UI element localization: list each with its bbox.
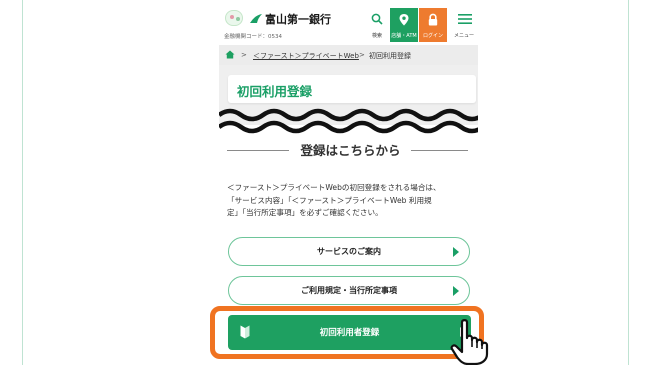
breadcrumb-current: 初回利用登録 xyxy=(369,52,411,60)
arrow-right-icon xyxy=(453,286,459,296)
lock-icon xyxy=(428,13,438,26)
pointing-hand-icon xyxy=(450,319,489,365)
section-heading: 登録はこちらから xyxy=(219,140,478,160)
terms-label: ご利用規定・当行所定事項 xyxy=(301,286,397,295)
description-line: 定」「当行所定事項」を必ずご確認ください。 xyxy=(227,208,383,217)
search-label: 検索 xyxy=(371,33,382,39)
mascot-logo-icon xyxy=(225,10,243,26)
service-guide-button[interactable]: サービスのご案内 xyxy=(228,237,470,266)
map-pin-icon xyxy=(399,14,409,26)
page-title: 初回利用登録 xyxy=(237,84,313,99)
breadcrumb: > ＜ファースト＞プライベートWeb > 初回利用登録 xyxy=(219,45,478,65)
breadcrumb-link-private-web[interactable]: ＜ファースト＞プライベートWeb xyxy=(253,51,359,61)
left-guide-line xyxy=(22,0,23,365)
description-line: 「サービス内容」「＜ファースト＞プライベートWeb 利用規 xyxy=(227,195,432,205)
breadcrumb-separator: > xyxy=(241,51,247,59)
section-title: 登録はこちらから xyxy=(300,143,401,158)
page-title-card: 初回利用登録 xyxy=(228,75,476,103)
first-time-register-button[interactable]: 初回利用者登録 xyxy=(228,315,471,350)
store-atm-label: 店舗・ATM xyxy=(391,33,417,39)
store-atm-button[interactable]: 店舗・ATM xyxy=(390,8,418,42)
hamburger-icon xyxy=(458,14,472,24)
heading-rule-left xyxy=(227,150,289,151)
site-header: 富山第一銀行 金融機関コード：0534 検索 店舗・ATM ログイン メニュー xyxy=(219,8,478,42)
register-label: 初回利用者登録 xyxy=(319,328,380,338)
bank-code: 金融機関コード：0534 xyxy=(224,34,282,40)
service-guide-label: サービスのご案内 xyxy=(317,247,381,256)
breadcrumb-separator: > xyxy=(359,51,365,59)
search-button[interactable]: 検索 xyxy=(365,8,389,42)
menu-label: メニュー xyxy=(453,33,474,39)
search-icon xyxy=(371,13,383,25)
heading-rule-right xyxy=(411,150,468,151)
right-guide-line xyxy=(628,0,629,365)
browser-viewport: 富山第一銀行 金融機関コード：0534 検索 店舗・ATM ログイン メニュー … xyxy=(0,0,652,365)
login-button[interactable]: ログイン xyxy=(419,8,447,42)
bank-logo-icon xyxy=(250,14,262,23)
home-icon[interactable] xyxy=(225,50,235,59)
bank-name[interactable]: 富山第一銀行 xyxy=(265,11,331,27)
menu-button[interactable]: メニュー xyxy=(450,8,478,42)
wave-divider xyxy=(219,108,478,134)
login-label: ログイン xyxy=(422,33,443,39)
description-line: ＜ファースト＞プライベートWebの初回登録をされる場合は、 xyxy=(227,183,441,192)
description-text: ＜ファースト＞プライベートWebの初回登録をされる場合は、 「サービス内容」「＜… xyxy=(227,182,477,220)
arrow-right-icon xyxy=(453,247,459,257)
terms-button[interactable]: ご利用規定・当行所定事項 xyxy=(228,276,470,305)
